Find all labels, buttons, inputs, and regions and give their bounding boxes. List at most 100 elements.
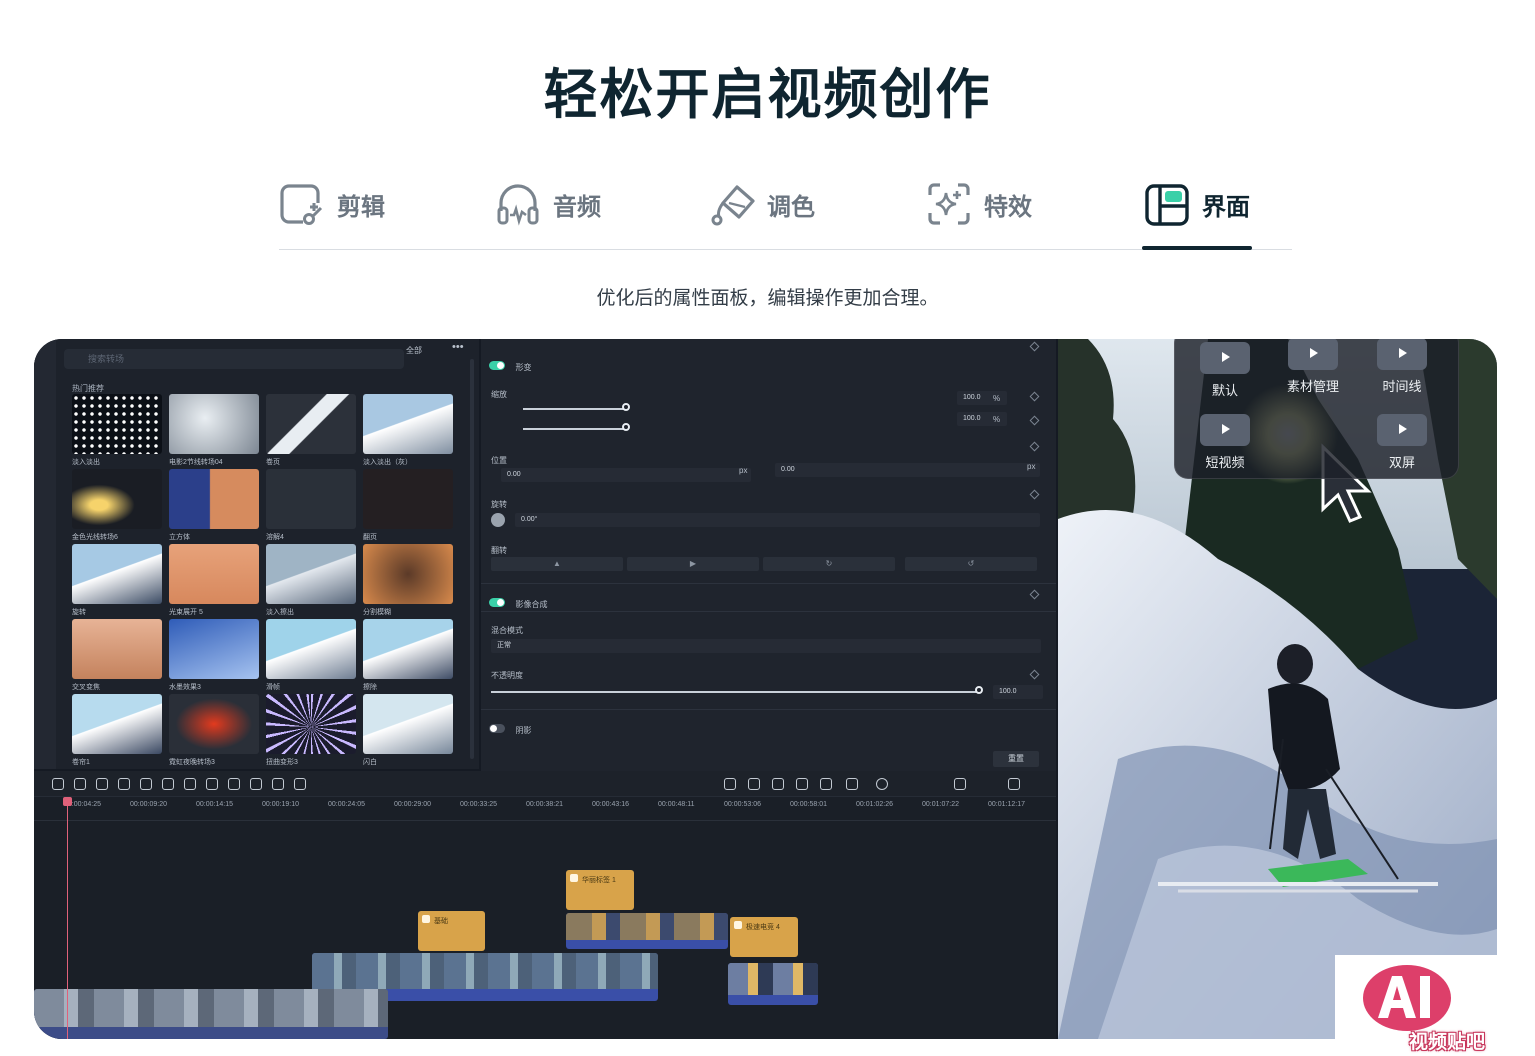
scale-y-knob[interactable] bbox=[622, 423, 630, 431]
position-x-input[interactable]: 0.00 bbox=[501, 468, 751, 482]
flip-horizontal-button[interactable]: ▶ bbox=[627, 557, 759, 571]
blend-mode-label: 混合模式 bbox=[491, 626, 523, 635]
timeline-tool-icon[interactable] bbox=[118, 778, 130, 790]
transition-thumbnail[interactable]: 擦除 bbox=[363, 619, 453, 694]
thumbnail-image bbox=[363, 544, 453, 604]
rotate-input[interactable]: 0.00° bbox=[515, 513, 1040, 527]
rotate-ccw-button[interactable]: ↺ bbox=[905, 557, 1037, 571]
keyframe-icon[interactable] bbox=[1029, 489, 1040, 500]
app-screenshot: 搜索转场 全部 ••• 热门推荐 淡入淡出 电影2节线转场04 卷页 淡入淡出（灰） 金… bbox=[34, 339, 1497, 1039]
rotate-cw-button[interactable]: ↻ bbox=[763, 557, 895, 571]
timeline-tool-icon[interactable] bbox=[140, 778, 152, 790]
layout-media[interactable]: 素材管理 bbox=[1278, 339, 1348, 395]
layout-dual-screen[interactable]: 双屏 bbox=[1367, 414, 1437, 471]
scrollbar[interactable] bbox=[470, 359, 474, 759]
transition-thumbnail[interactable]: 旋转 bbox=[72, 544, 162, 619]
timeline-tool-icon[interactable] bbox=[162, 778, 174, 790]
timeline-tool-icon[interactable] bbox=[206, 778, 218, 790]
layout-default[interactable]: 默认 bbox=[1190, 342, 1260, 399]
shadow-toggle[interactable] bbox=[489, 724, 505, 734]
thumbnail-label: 溶解4 bbox=[266, 534, 284, 541]
rotate-dial[interactable] bbox=[491, 513, 505, 527]
transition-thumbnail[interactable]: 光束展开 5 bbox=[169, 544, 259, 619]
search-input[interactable]: 搜索转场 bbox=[64, 349, 404, 369]
keyframe-icon[interactable] bbox=[1029, 391, 1040, 402]
timeline-tool-icon[interactable] bbox=[228, 778, 240, 790]
transition-thumbnail[interactable]: 卷帘1 bbox=[72, 694, 162, 769]
timeline-tool-icon[interactable] bbox=[272, 778, 284, 790]
opacity-slider[interactable] bbox=[491, 691, 979, 693]
timeline-tool-icon[interactable] bbox=[250, 778, 262, 790]
opacity-input[interactable]: 100.0 bbox=[993, 685, 1043, 699]
tab-label: 界面 bbox=[1202, 192, 1250, 221]
layout-short-video[interactable]: 短视频 bbox=[1190, 414, 1260, 471]
playhead[interactable] bbox=[63, 797, 72, 1039]
scale-y-slider[interactable] bbox=[523, 428, 625, 430]
video-clip[interactable] bbox=[34, 989, 388, 1039]
filter-dropdown[interactable]: 全部 bbox=[406, 343, 434, 359]
more-icon[interactable]: ••• bbox=[452, 341, 464, 353]
timeline-tool-icon[interactable] bbox=[876, 778, 888, 790]
thumbnail-image bbox=[363, 469, 453, 529]
feature-tabs: 剪辑 音频 调色 特效 界面 bbox=[279, 168, 1292, 250]
timeline-tool-icon[interactable] bbox=[724, 778, 736, 790]
transition-thumbnail[interactable]: 淡入擦出 bbox=[266, 544, 356, 619]
timeline-tool-icon[interactable] bbox=[294, 778, 306, 790]
compositing-toggle[interactable] bbox=[489, 598, 505, 608]
keyframe-icon[interactable] bbox=[1029, 441, 1040, 452]
transition-thumbnail[interactable]: 扭曲变形3 bbox=[266, 694, 356, 769]
timeline-tool-icon[interactable] bbox=[846, 778, 858, 790]
timeline-tool-icon[interactable] bbox=[52, 778, 64, 790]
transform-label: 形变 bbox=[515, 363, 532, 372]
transition-thumbnail[interactable]: 金色光线转场6 bbox=[72, 469, 162, 544]
timeline-tool-icon[interactable] bbox=[1008, 778, 1020, 790]
tab-interface[interactable]: 界面 bbox=[1144, 174, 1250, 234]
keyframe-icon[interactable] bbox=[1029, 341, 1040, 352]
timeline-tool-icon[interactable] bbox=[954, 778, 966, 790]
timeline-ruler[interactable]: 00:00:04:25 00:00:09:20 00:00:14:15 00:00:1… bbox=[34, 799, 1056, 821]
timeline-tool-icon[interactable] bbox=[184, 778, 196, 790]
keyframe-icon[interactable] bbox=[1029, 415, 1040, 426]
transition-thumbnail[interactable]: 滑帧 bbox=[266, 619, 356, 694]
thumbnail-label: 旋转 bbox=[72, 609, 86, 616]
transition-thumbnail[interactable]: 溶解4 bbox=[266, 469, 356, 544]
transition-thumbnail[interactable]: 霓虹夜晚转场3 bbox=[169, 694, 259, 769]
timeline-tool-icon[interactable] bbox=[96, 778, 108, 790]
transition-thumbnail[interactable]: 淡入淡出（灰） bbox=[363, 394, 453, 469]
reset-button[interactable]: 重置 bbox=[993, 751, 1039, 767]
tab-audio[interactable]: 音频 bbox=[495, 174, 601, 234]
transition-thumbnail[interactable]: 立方体 bbox=[169, 469, 259, 544]
transform-toggle[interactable] bbox=[489, 361, 505, 371]
position-y-input[interactable]: 0.00 bbox=[775, 463, 1040, 477]
transition-thumbnail[interactable]: 分割模糊 bbox=[363, 544, 453, 619]
keyframe-icon[interactable] bbox=[1029, 669, 1040, 680]
opacity-knob[interactable] bbox=[975, 686, 983, 694]
timeline-tool-icon[interactable] bbox=[772, 778, 784, 790]
tab-label: 特效 bbox=[984, 192, 1032, 221]
blend-mode-select[interactable]: 正常 bbox=[491, 639, 1041, 653]
transition-thumbnail[interactable]: 卷页 bbox=[266, 394, 356, 469]
transition-thumbnail[interactable]: 电影2节线转场04 bbox=[169, 394, 259, 469]
tab-edit[interactable]: 剪辑 bbox=[279, 174, 385, 234]
flip-vertical-button[interactable]: ▲ bbox=[491, 557, 623, 571]
tab-color[interactable]: 调色 bbox=[709, 174, 815, 234]
layout-panels-icon bbox=[1145, 184, 1189, 226]
transition-thumbnail[interactable]: 闪白 bbox=[363, 694, 453, 769]
timeline-tool-icon[interactable] bbox=[748, 778, 760, 790]
timeline-tool-icon[interactable] bbox=[796, 778, 808, 790]
transition-thumbnail[interactable]: 翻页 bbox=[363, 469, 453, 544]
video-clip[interactable] bbox=[566, 913, 728, 949]
title-clip[interactable]: 极速电竞 4 bbox=[730, 917, 798, 957]
tab-effects[interactable]: 特效 bbox=[926, 174, 1032, 234]
transition-thumbnail[interactable]: 交叉变焦 bbox=[72, 619, 162, 694]
timeline-tool-icon[interactable] bbox=[74, 778, 86, 790]
scale-x-knob[interactable] bbox=[622, 403, 630, 411]
transition-thumbnail[interactable]: 水墨效果3 bbox=[169, 619, 259, 694]
layout-timeline[interactable]: 时间线 bbox=[1367, 339, 1437, 395]
title-clip[interactable]: 基础 bbox=[418, 911, 485, 951]
video-clip[interactable] bbox=[728, 963, 818, 1005]
scale-x-slider[interactable] bbox=[523, 408, 625, 410]
transition-thumbnail[interactable]: 淡入淡出 bbox=[72, 394, 162, 469]
timeline-tool-icon[interactable] bbox=[820, 778, 832, 790]
title-clip[interactable]: 华丽标签 1 bbox=[566, 870, 634, 910]
